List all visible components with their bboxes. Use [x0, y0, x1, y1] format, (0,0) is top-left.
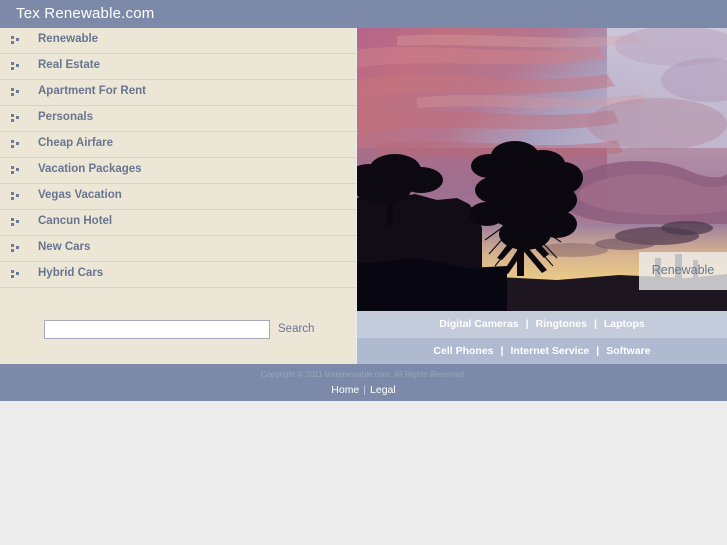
copyright-text: Copyright © 2011 texrenewable.com. All R… — [260, 370, 467, 379]
three-square-bullet-icon — [11, 166, 20, 175]
link-band-primary-links: Digital Cameras | Ringtones | Laptops — [357, 318, 727, 330]
sidebar-item-label: Renewable — [38, 33, 99, 45]
link-laptops[interactable]: Laptops — [604, 318, 645, 330]
sidebar-item-label: Real Estate — [38, 59, 101, 71]
footer-link-separator: | — [363, 384, 367, 396]
three-square-bullet-icon — [11, 36, 20, 45]
three-square-bullet-icon — [11, 244, 20, 253]
hero-image: Renewable — [357, 28, 727, 311]
sidebar-item-apartment-for-rent[interactable]: Apartment For Rent — [0, 80, 356, 106]
link-separator: | — [500, 345, 504, 357]
sidebar-item-label: Vegas Vacation — [38, 189, 122, 201]
sidebar-item-label: Hybrid Cars — [38, 267, 104, 279]
link-internet-service[interactable]: Internet Service — [510, 345, 589, 357]
sidebar-item-personals[interactable]: Personals — [0, 106, 356, 132]
sidebar-item-label: Apartment For Rent — [38, 85, 146, 97]
link-separator: | — [593, 318, 597, 330]
hero-badge: Renewable — [639, 252, 727, 290]
three-square-bullet-icon — [11, 114, 20, 123]
sidebar-item-label: Personals — [38, 111, 93, 123]
footer-link-home[interactable]: Home — [331, 384, 359, 396]
link-digital-cameras[interactable]: Digital Cameras — [439, 318, 518, 330]
link-band-secondary-links: Cell Phones | Internet Service | Software — [357, 345, 727, 357]
link-separator: | — [596, 345, 600, 357]
sidebar-item-label: Cheap Airfare — [38, 137, 113, 149]
page-root: Tex Renewable.com Renewable Real Estate Ap… — [0, 0, 727, 545]
main-content: Renewable Real Estate Apartment For Rent Pe… — [0, 28, 727, 365]
sidebar-nav-list: Renewable Real Estate Apartment For Rent Pe… — [0, 28, 356, 288]
three-square-bullet-icon — [11, 192, 20, 201]
site-header: Tex Renewable.com — [0, 0, 727, 28]
link-cell-phones[interactable]: Cell Phones — [433, 345, 493, 357]
sidebar-item-vegas-vacation[interactable]: Vegas Vacation — [0, 184, 356, 210]
three-square-bullet-icon — [11, 88, 20, 97]
three-square-bullet-icon — [11, 270, 20, 279]
sidebar-item-label: New Cars — [38, 241, 91, 253]
search-row: Search — [0, 310, 356, 364]
hero-badge-label: Renewable — [651, 263, 715, 277]
sidebar-item-cancun-hotel[interactable]: Cancun Hotel — [0, 210, 356, 236]
sidebar-item-vacation-packages[interactable]: Vacation Packages — [0, 158, 356, 184]
footer-link-legal[interactable]: Legal — [370, 384, 396, 396]
sidebar-item-renewable[interactable]: Renewable — [0, 28, 356, 54]
link-separator: | — [525, 318, 529, 330]
footer-links: Home | Legal — [0, 384, 727, 396]
sidebar-item-hybrid-cars[interactable]: Hybrid Cars — [0, 262, 356, 288]
sidebar-item-new-cars[interactable]: New Cars — [0, 236, 356, 262]
sidebar-item-label: Vacation Packages — [38, 163, 142, 175]
search-button[interactable]: Search — [278, 323, 314, 335]
site-footer: Copyright © 2011 texrenewable.com. All R… — [0, 364, 727, 401]
search-input[interactable] — [44, 320, 270, 339]
three-square-bullet-icon — [11, 140, 20, 149]
sidebar: Renewable Real Estate Apartment For Rent Pe… — [0, 28, 356, 364]
three-square-bullet-icon — [11, 62, 20, 71]
link-band-primary: Digital Cameras | Ringtones | Laptops — [357, 311, 727, 338]
link-ringtones[interactable]: Ringtones — [536, 318, 587, 330]
sidebar-item-real-estate[interactable]: Real Estate — [0, 54, 356, 80]
page-title: Tex Renewable.com — [16, 5, 155, 22]
three-square-bullet-icon — [11, 218, 20, 227]
sidebar-item-label: Cancun Hotel — [38, 215, 113, 227]
link-band-secondary: Cell Phones | Internet Service | Software — [357, 338, 727, 365]
sidebar-item-cheap-airfare[interactable]: Cheap Airfare — [0, 132, 356, 158]
link-software[interactable]: Software — [606, 345, 650, 357]
